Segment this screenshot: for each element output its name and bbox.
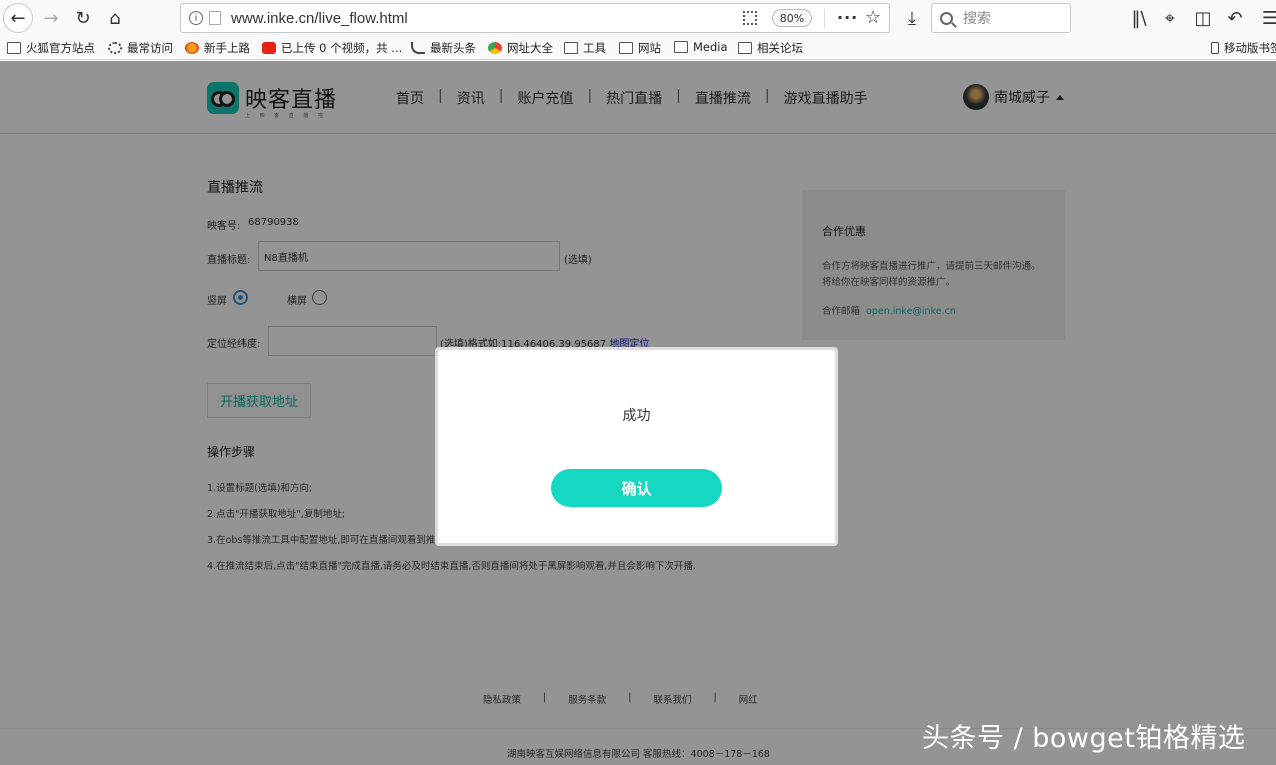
bookmark-item[interactable]: 网址大全 [488,40,553,56]
folder-icon [564,42,578,54]
url-text[interactable]: www.inke.cn/live_flow.html [231,10,408,27]
info-icon[interactable]: i [189,11,203,25]
forward-arrow-icon[interactable]: → [36,3,66,33]
folder-icon [738,42,752,54]
bookmark-star-icon[interactable]: ☆ [865,7,881,28]
zoom-level[interactable]: 80% [772,9,812,27]
rss-icon [411,42,425,54]
gear-icon [108,42,122,54]
bookmark-item[interactable]: 相关论坛 [738,40,803,56]
sidebar-icon[interactable]: ◫ [1188,3,1218,33]
firefox-icon [185,42,199,54]
folder-icon [7,42,21,54]
youtube-icon [262,42,276,54]
bookmarks-bar: 火狐官方站点 最常访问 新手上路 已上传 0 个视频，共 ... 最新头条 网址… [0,36,1276,60]
divider [824,9,825,29]
download-icon[interactable]: ⤓ [897,3,927,33]
bookmark-item[interactable]: Media [674,40,728,54]
phone-icon [1211,42,1219,54]
qr-code-icon[interactable] [743,11,757,25]
browser-toolbar: ← → ↻ ⌂ i www.inke.cn/live_flow.html 80%… [0,0,1276,36]
bookmark-item[interactable]: 工具 [564,40,606,56]
search-field[interactable]: 搜索 [931,3,1071,33]
folder-icon [619,42,633,54]
more-actions-icon[interactable]: ··· [837,8,858,27]
search-icon [940,12,953,25]
reload-icon[interactable]: ↻ [68,3,98,33]
bookmark-item[interactable]: 火狐官方站点 [7,40,95,56]
undo-arrow-icon[interactable]: ↶ [1220,3,1250,33]
back-arrow-icon[interactable]: ← [3,3,33,33]
mobile-bookmarks[interactable]: 移动版书签 [1211,40,1276,56]
dialog-message: 成功 [438,405,835,425]
library-icon[interactable]: ‖\ [1124,3,1154,33]
watermark-text: 头条号 / bowget铂格精选 [922,716,1245,755]
folder-icon [674,41,688,53]
confirm-button[interactable]: 确认 [551,469,722,507]
page-icon [209,11,221,25]
bookmark-item[interactable]: 已上传 0 个视频，共 ... [262,40,402,56]
search-placeholder: 搜索 [963,8,991,28]
hamburger-menu-icon[interactable]: ☰ [1255,3,1276,33]
bookmark-item[interactable]: 最常访问 [108,40,173,56]
home-icon[interactable]: ⌂ [100,3,130,33]
screenshot-crop-icon[interactable]: ⌖ [1155,3,1185,33]
bookmark-item[interactable]: 最新头条 [411,40,476,56]
bookmark-item[interactable]: 网站 [619,40,661,56]
success-dialog: 成功 确认 [435,347,838,546]
browser-icon [488,42,502,54]
address-bar[interactable]: i www.inke.cn/live_flow.html 80% ··· ☆ [180,3,890,33]
bookmark-item[interactable]: 新手上路 [185,40,250,56]
